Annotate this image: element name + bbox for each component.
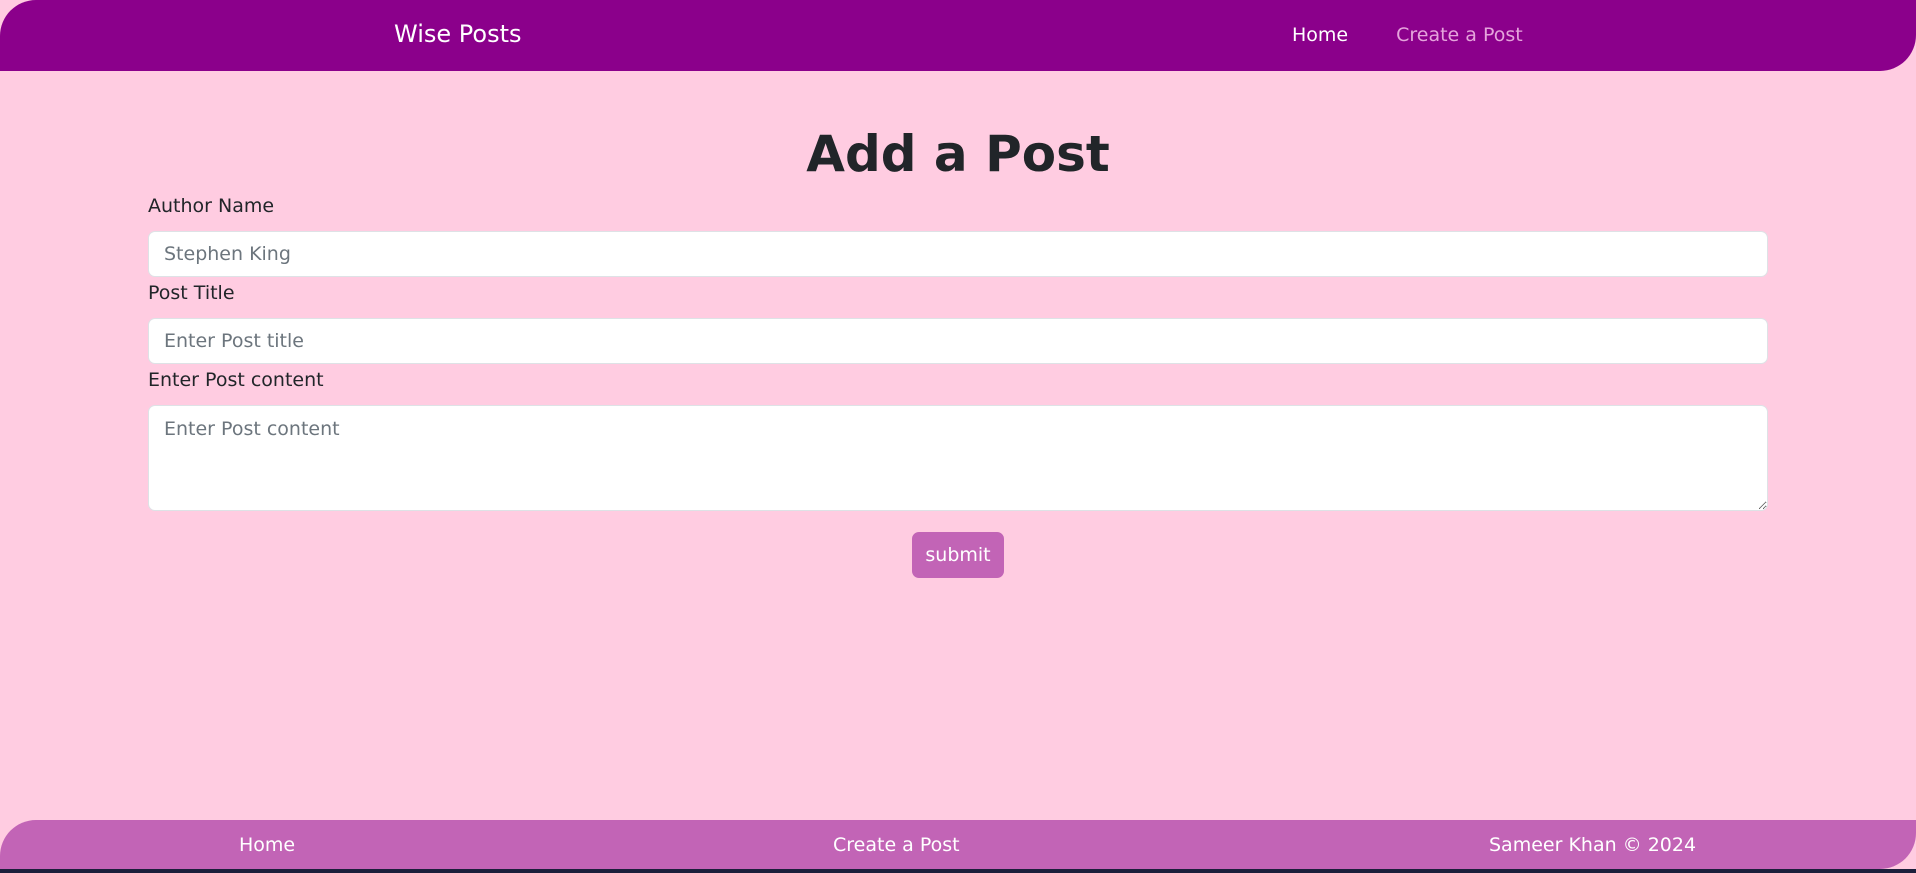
- post-title-label: Post Title: [148, 282, 235, 304]
- footer-copyright: Sameer Khan © 2024: [1489, 834, 1697, 856]
- post-content-textarea[interactable]: [148, 405, 1768, 511]
- nav-links: Home Create a Post: [1292, 24, 1523, 46]
- page: Wise Posts Home Create a Post Add a Post…: [0, 0, 1916, 873]
- author-name-input[interactable]: [148, 231, 1768, 277]
- footer-link-home[interactable]: Home: [239, 834, 295, 856]
- post-title-input[interactable]: [148, 318, 1768, 364]
- post-content-label: Enter Post content: [148, 369, 324, 391]
- footer: Home Create a Post Sameer Khan © 2024: [0, 820, 1916, 869]
- nav-link-create-post[interactable]: Create a Post: [1396, 24, 1523, 46]
- nav-link-home[interactable]: Home: [1292, 24, 1348, 46]
- top-navbar: Wise Posts Home Create a Post: [0, 0, 1916, 71]
- page-title: Add a Post: [806, 125, 1110, 183]
- bottom-edge-strip: [0, 869, 1916, 873]
- footer-link-create-post[interactable]: Create a Post: [833, 834, 960, 856]
- submit-button[interactable]: submit: [912, 532, 1004, 578]
- brand-link[interactable]: Wise Posts: [394, 20, 522, 48]
- author-name-label: Author Name: [148, 195, 275, 217]
